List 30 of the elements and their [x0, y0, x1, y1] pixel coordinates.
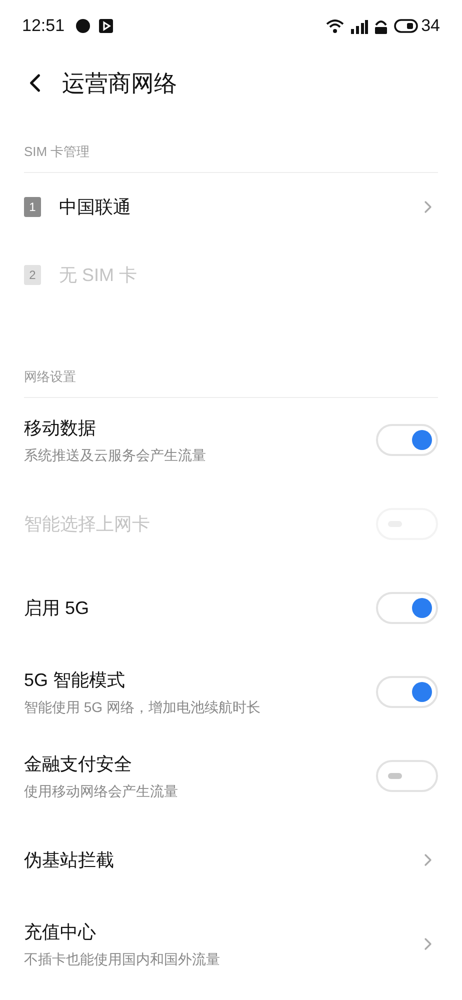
battery-level: 34 — [421, 15, 440, 38]
signal-icon — [350, 18, 368, 34]
toggle-switch[interactable] — [376, 676, 438, 708]
setting-title: 金融支付安全 — [24, 752, 133, 776]
sim-card-item[interactable]: 1 中国联通 — [0, 173, 462, 241]
battery-icon — [394, 19, 418, 33]
setting-title: 移动数据 — [24, 416, 97, 440]
setting-description: 系统推送及云服务会产生流量 — [24, 446, 207, 464]
status-time: 12:51 — [22, 15, 65, 38]
setting-description: 使用移动网络会产生流量 — [24, 782, 179, 800]
setting-title: 伪基站拦截 — [24, 848, 115, 872]
carrier-name: 中国联通 — [59, 196, 131, 218]
section-label: SIM 卡管理 — [24, 144, 90, 159]
sim-slot-icon: 1 — [24, 197, 41, 217]
toggle-switch[interactable] — [376, 424, 438, 456]
page-title: 运营商网络 — [62, 68, 177, 98]
setting-description: 智能使用 5G 网络，增加电池续航时长 — [24, 698, 262, 716]
notification-dot-icon — [74, 18, 91, 34]
sim-slot-icon: 2 — [24, 265, 41, 285]
toggle-switch[interactable] — [376, 760, 438, 792]
setting-title: 智能选择上网卡 — [24, 512, 151, 536]
toggle-switch[interactable] — [376, 592, 438, 624]
setting-title: 5G 智能模式 — [24, 668, 126, 692]
setting-description: 不插卡也能使用国内和国外流量 — [24, 950, 221, 968]
setting-title: 启用 5G — [24, 596, 90, 620]
carrier-name: 无 SIM 卡 — [59, 264, 138, 286]
play-icon — [98, 19, 113, 33]
setting-title: 充值中心 — [24, 920, 97, 944]
section-label: 网络设置 — [24, 369, 76, 384]
wifi-icon — [326, 19, 344, 33]
